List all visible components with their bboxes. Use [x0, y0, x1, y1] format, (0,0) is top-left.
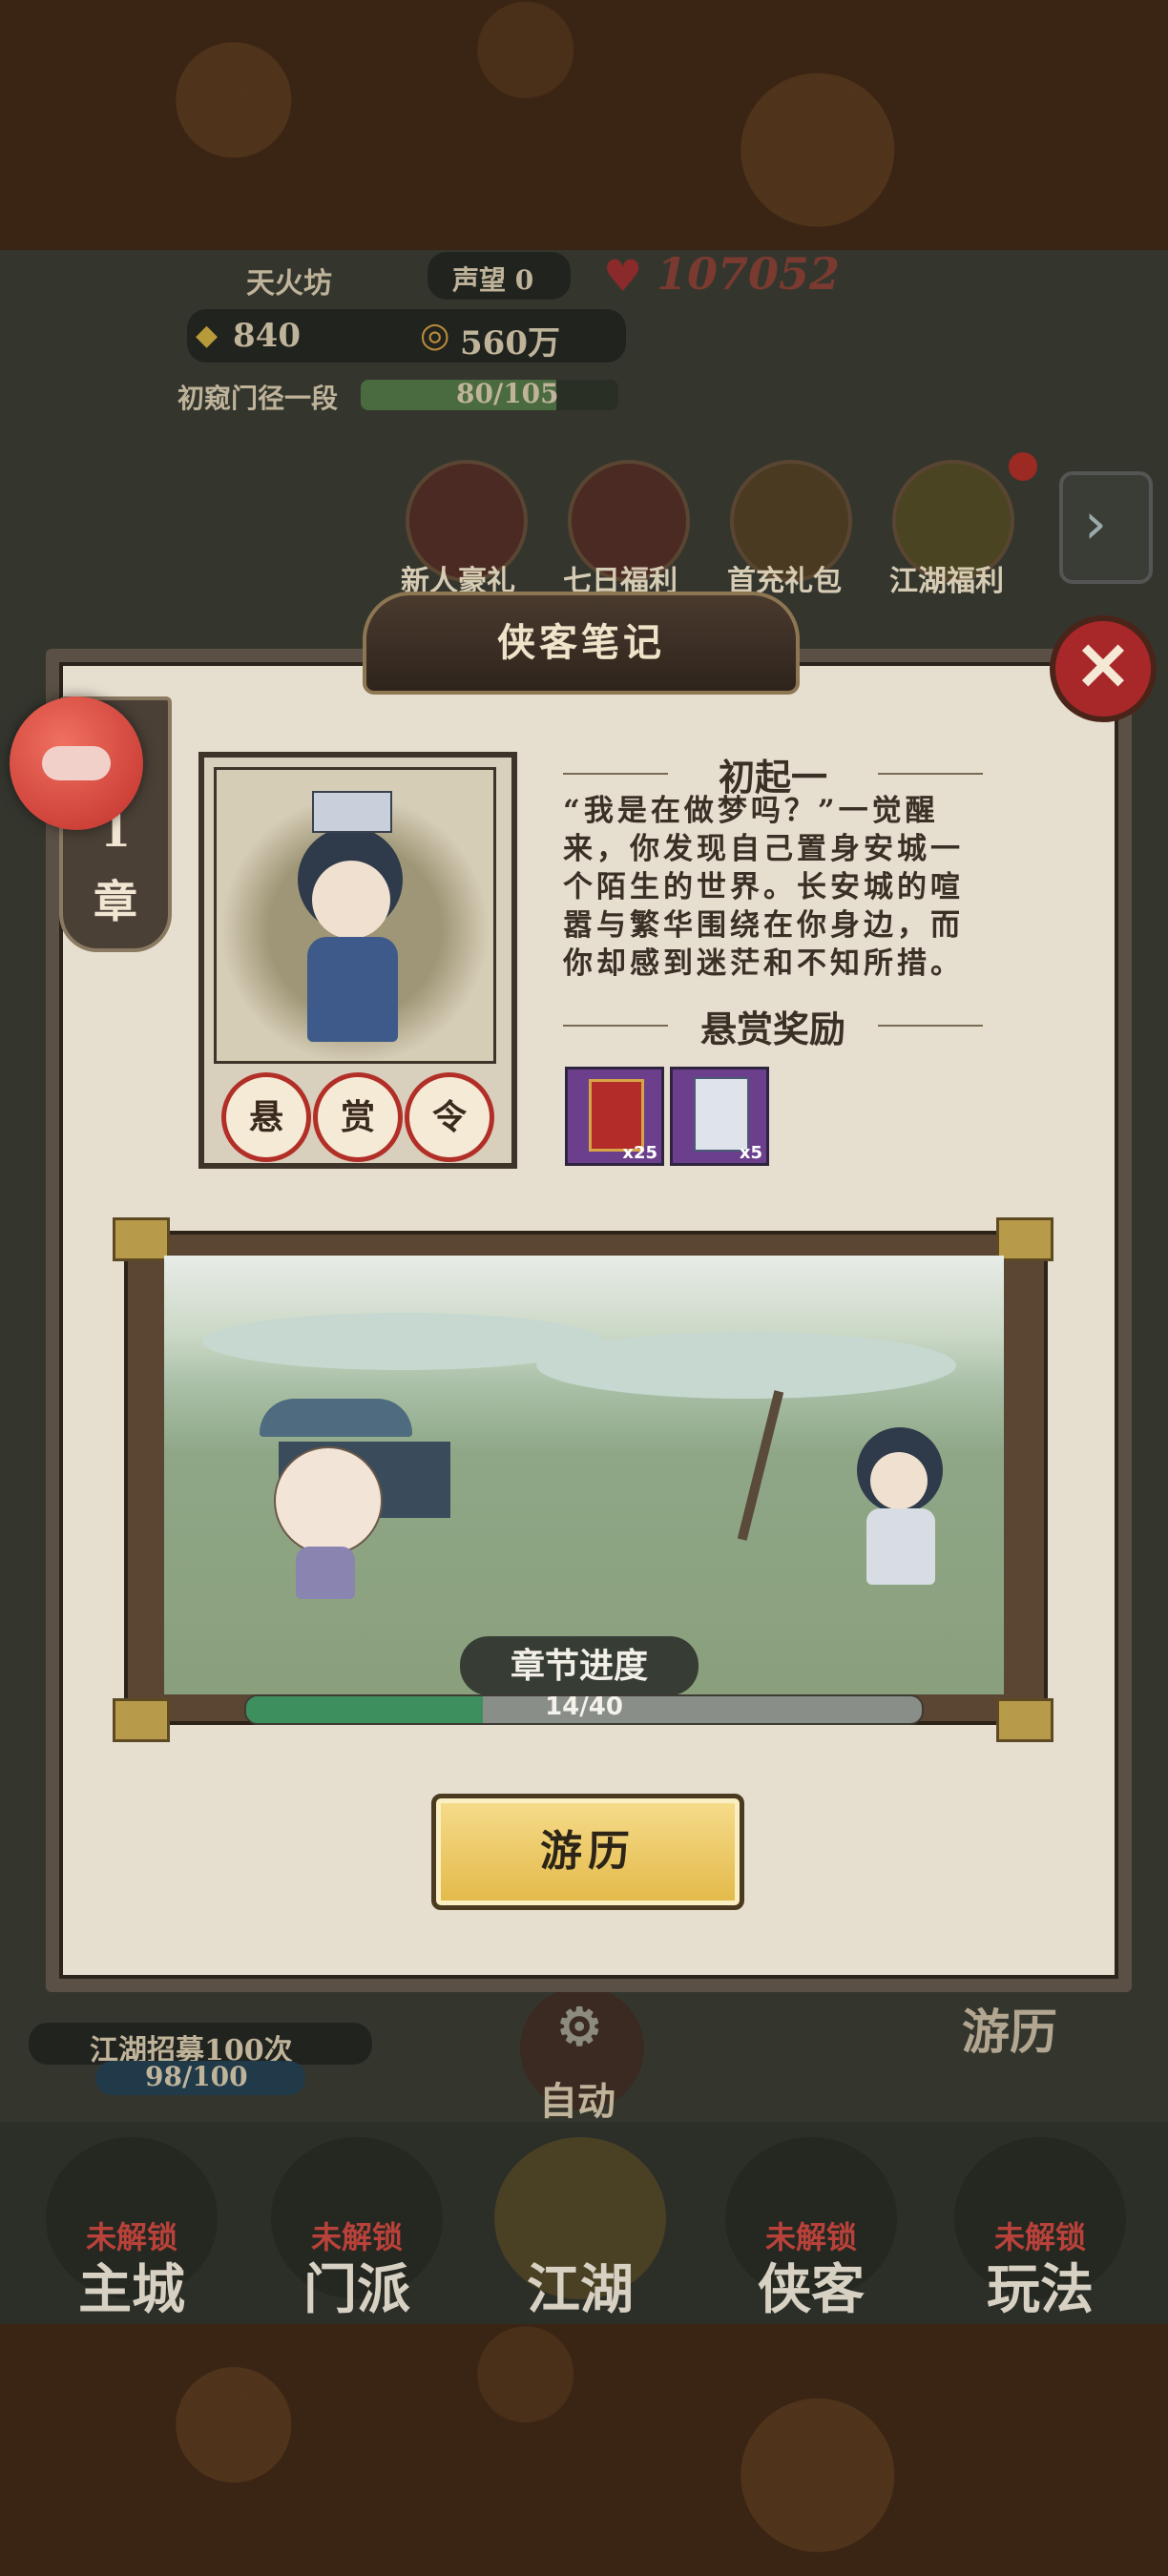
close-icon: ✕ — [1074, 627, 1132, 706]
reward-item-recruit-card[interactable]: x25 — [565, 1067, 664, 1166]
nav-gameplay[interactable]: 未解锁 玩法 — [954, 2137, 1126, 2321]
monk-character — [274, 1446, 383, 1555]
frame-corner — [996, 1698, 1053, 1742]
gamepad-icon — [42, 746, 111, 780]
nav-sect[interactable]: 未解锁 门派 — [271, 2137, 443, 2321]
location-label: 天火坊 — [246, 267, 332, 301]
expand-arrow-button[interactable]: › — [1059, 471, 1153, 584]
gear-icon: ⚙ — [556, 1996, 603, 2057]
chapter-progress-text: 14/40 — [545, 1694, 623, 1721]
coin-icon: ◎ — [420, 315, 450, 355]
story-text: “我是在做梦吗？”一觉醒来，你发现自己置身安城一个陌生的世界。长安城的喧嚣与繁华… — [563, 794, 964, 981]
hero-portrait — [214, 767, 496, 1064]
nav-label: 门派 — [303, 2258, 410, 2321]
reward-count: x25 — [622, 1143, 657, 1163]
reward-item-scroll[interactable]: x5 — [670, 1067, 769, 1166]
gamepad-floating-button[interactable] — [10, 696, 143, 830]
hero-robe — [307, 937, 398, 1042]
gold-icon: ◆ — [196, 319, 219, 352]
seal-3: 令 — [405, 1072, 494, 1162]
bottom-decorative-band — [0, 2324, 1168, 2576]
realm-progress-text: 80/105 — [456, 380, 559, 409]
chapter-scene — [164, 1256, 1004, 1694]
notification-dot — [1009, 452, 1037, 481]
close-button[interactable]: ✕ — [1050, 615, 1157, 722]
recruit-progress-text: 98/100 — [145, 2061, 248, 2092]
hero-face — [312, 861, 390, 939]
hero-face — [870, 1452, 928, 1509]
chapter-progress-label: 章节进度 — [460, 1636, 699, 1695]
temple — [260, 1399, 412, 1437]
frame-corner — [113, 1217, 170, 1261]
frame-corner — [996, 1217, 1053, 1261]
hero-body — [866, 1508, 935, 1585]
top-decorative-band — [0, 0, 1168, 250]
river — [536, 1332, 956, 1399]
realm-label: 初窥门径一段 — [177, 383, 339, 414]
chapter-label: 章 — [94, 876, 137, 927]
hero-hat — [312, 791, 392, 833]
seal-2: 赏 — [313, 1072, 403, 1162]
power-value: 107052 — [657, 250, 841, 300]
monk-body — [296, 1547, 355, 1599]
auto-button[interactable]: ⚙ 自动 — [520, 1986, 644, 2124]
recruit-card-icon — [589, 1079, 644, 1152]
frame-corner — [113, 1698, 170, 1742]
hero-portrait-card: 悬 赏 令 — [198, 752, 517, 1169]
coins-value: 560万 — [460, 324, 560, 363]
nav-label: 玩法 — [987, 2258, 1094, 2321]
heart-icon: ♥ — [603, 250, 643, 301]
gold-value: 840 — [233, 317, 301, 355]
jianghu-welfare-label: 江湖福利 — [889, 565, 1004, 598]
reputation-pill[interactable]: 声望 0 — [428, 252, 571, 300]
reward-count: x5 — [739, 1143, 762, 1163]
reward-title: 悬赏奖励 — [668, 1000, 878, 1052]
chapter-progress-bar: 14/40 — [244, 1694, 924, 1725]
realm-progress-bar: 80/105 — [361, 380, 618, 410]
nav-heroes[interactable]: 未解锁 侠客 — [725, 2137, 897, 2321]
reputation-label: 声望 0 — [452, 264, 534, 296]
chevron-right-icon: › — [1084, 490, 1107, 557]
dialog-title-plate: 侠客笔记 — [363, 592, 800, 695]
seal-1: 悬 — [221, 1072, 311, 1162]
scroll-icon — [694, 1077, 749, 1152]
nav-jianghu[interactable]: 江湖 — [494, 2137, 666, 2321]
dialog-title: 侠客笔记 — [497, 620, 665, 665]
nav-label: 侠客 — [758, 2258, 865, 2321]
auto-label: 自动 — [539, 2079, 615, 2124]
nav-label: 江湖 — [527, 2258, 634, 2321]
dead-tree — [737, 1390, 784, 1541]
travel-button[interactable]: 游历 — [431, 1794, 744, 1910]
nav-main-city[interactable]: 未解锁 主城 — [46, 2137, 218, 2321]
recruit-progress: 98/100 — [95, 2061, 305, 2095]
recruit-task-bar[interactable]: 江湖招募100次 — [29, 2023, 372, 2067]
background-travel-label: 游历 — [962, 2004, 1057, 2060]
nav-label: 主城 — [78, 2258, 185, 2321]
